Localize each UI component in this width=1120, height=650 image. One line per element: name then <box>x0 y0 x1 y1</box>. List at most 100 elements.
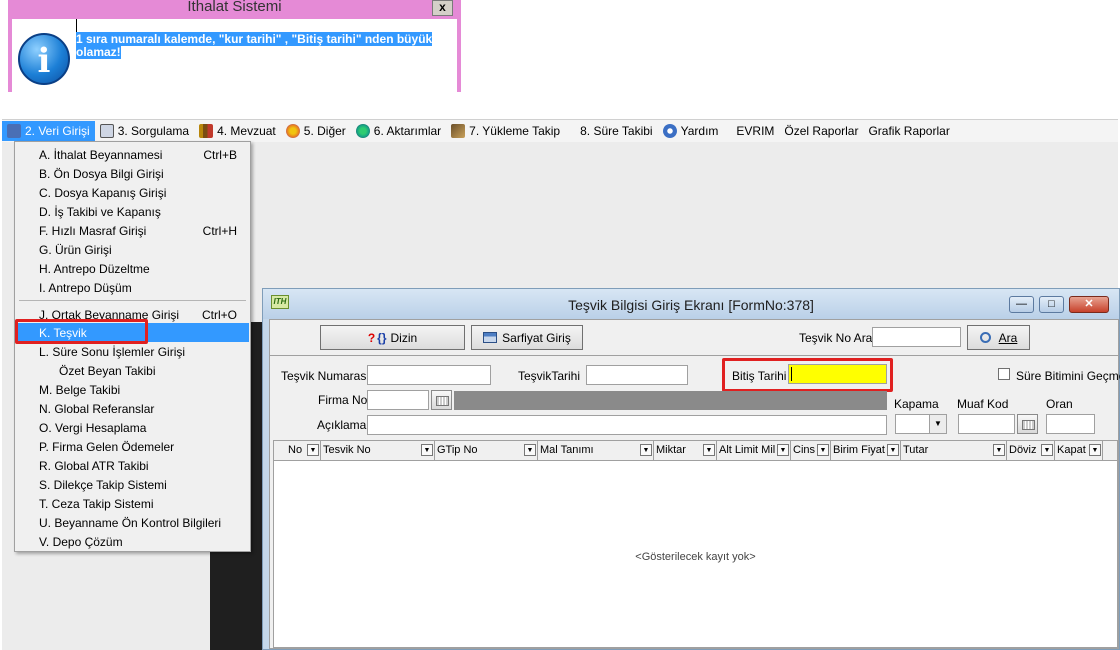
filter-dropdown-icon[interactable]: ▼ <box>993 444 1005 456</box>
misc-icon <box>285 124 300 138</box>
dizin-icon: ? <box>367 330 376 345</box>
menu-item-on-kontrol[interactable]: U. Beyanname Ön Kontrol Bilgileri <box>16 513 249 532</box>
menu-mevzuat[interactable]: 4. Mevzuat <box>194 121 281 141</box>
menu-item-ithalat-beyannamesi[interactable]: A. İthalat Beyannamesi Ctrl+B <box>16 145 249 164</box>
menu-item-belge-takibi[interactable]: M. Belge Takibi <box>16 380 249 399</box>
tesvik-window: ITH Teşvik Bilgisi Giriş Ekranı [FormNo:… <box>262 288 1120 650</box>
menu-ozel-raporlar[interactable]: Özel Raporlar <box>779 121 863 141</box>
truck-icon <box>451 124 466 138</box>
menu-item-antrepo-dusum[interactable]: I. Antrepo Düşüm <box>16 278 249 297</box>
minimize-button[interactable]: — <box>1009 296 1034 313</box>
message-box: İthalat Sistemi x i 1 sıra numaralı kale… <box>8 0 461 92</box>
oran-input[interactable] <box>1046 414 1095 434</box>
divider <box>270 355 1118 356</box>
menu-bar: 2. Veri Girişi 3. Sorgulama 4. Mevzuat 5… <box>2 120 1118 142</box>
ara-button[interactable]: Ara <box>967 325 1030 350</box>
filter-dropdown-icon[interactable]: ▼ <box>887 444 899 456</box>
maximize-button[interactable]: □ <box>1039 296 1064 313</box>
tesvik-grid[interactable]: No ▼ Tesvik No ▼ GTip No ▼ Mal Tanımı ▼ Mikt… <box>273 440 1118 648</box>
column-header-no[interactable]: No ▼ <box>286 441 321 460</box>
dizin-button[interactable]: ?{} Dizin <box>320 325 465 350</box>
menu-item-antrepo-duzeltme[interactable]: H. Antrepo Düzeltme <box>16 259 249 278</box>
column-header-gtip-no[interactable]: GTip No ▼ <box>435 441 538 460</box>
menu-item-on-dosya[interactable]: B. Ön Dosya Bilgi Girişi <box>16 164 249 183</box>
message-box-close-button[interactable]: x <box>432 0 453 16</box>
braces-icon: {} <box>377 330 387 345</box>
aciklama-input[interactable] <box>367 415 887 435</box>
highlight-annotation-bitis <box>722 358 893 392</box>
firma-name-display <box>454 391 887 410</box>
filter-dropdown-icon[interactable]: ▼ <box>777 444 789 456</box>
sure-bitimi-label: Süre Bitimini Geçme <box>1016 369 1120 383</box>
menu-item-ceza-takip[interactable]: T. Ceza Takip Sistemi <box>16 494 249 513</box>
kapama-select[interactable]: ▼ <box>895 414 947 434</box>
column-header-miktar[interactable]: Miktar ▼ <box>654 441 717 460</box>
column-header-cins[interactable]: Cins ▼ <box>791 441 831 460</box>
filter-dropdown-icon[interactable]: ▼ <box>1041 444 1053 456</box>
column-header-tesvik-no[interactable]: Tesvik No ▼ <box>321 441 435 460</box>
muaf-kod-input[interactable] <box>958 414 1015 434</box>
menu-veri-girisi[interactable]: 2. Veri Girişi <box>2 121 95 141</box>
menu-item-firma-gelen-odemeler[interactable]: P. Firma Gelen Ödemeler <box>16 437 249 456</box>
menu-item-ozet-beyan[interactable]: Özet Beyan Takibi <box>16 361 249 380</box>
menu-item-depo-cozum[interactable]: V. Depo Çözüm <box>16 532 249 551</box>
grid-header: No ▼ Tesvik No ▼ GTip No ▼ Mal Tanımı ▼ Mikt… <box>274 441 1117 461</box>
menu-item-dilekce-takip[interactable]: S. Dilekçe Takip Sistemi <box>16 475 249 494</box>
filter-dropdown-icon[interactable]: ▼ <box>817 444 829 456</box>
close-button[interactable]: ✕ <box>1069 296 1109 313</box>
menu-item-global-atr[interactable]: R. Global ATR Takibi <box>16 456 249 475</box>
column-header-doviz[interactable]: Döviz ▼ <box>1007 441 1055 460</box>
menu-diger[interactable]: 5. Diğer <box>281 121 351 141</box>
tesvik-tarihi-input[interactable] <box>586 365 688 385</box>
menu-item-vergi-hesaplama[interactable]: O. Vergi Hesaplama <box>16 418 249 437</box>
info-icon: i <box>18 33 70 85</box>
window-titlebar[interactable]: ITH Teşvik Bilgisi Giriş Ekranı [FormNo:… <box>263 289 1119 319</box>
firma-no-input[interactable] <box>367 390 429 410</box>
menu-item-global-referanslar[interactable]: N. Global Referanslar <box>16 399 249 418</box>
column-header-tutar[interactable]: Tutar ▼ <box>901 441 1007 460</box>
tesvik-numarasi-label: Teşvik Numarası <box>281 369 370 383</box>
tesvik-numarasi-input[interactable] <box>367 365 491 385</box>
sure-bitimi-checkbox[interactable] <box>998 368 1010 380</box>
menu-item-hizli-masraf[interactable]: F. Hızlı Masraf Girişi Ctrl+H <box>16 221 249 240</box>
transfer-icon <box>355 124 370 138</box>
filter-dropdown-icon[interactable]: ▼ <box>524 444 536 456</box>
menu-sorgulama[interactable]: 3. Sorgulama <box>95 121 194 141</box>
menu-yukleme-takip[interactable]: 7. Yükleme Takip <box>446 121 565 141</box>
menu-item-urun-girisi[interactable]: G. Ürün Girişi <box>16 240 249 259</box>
column-header-alt-limit[interactable]: Alt Limit Mil ▼ <box>717 441 791 460</box>
menu-evrim[interactable]: EVRIM <box>731 121 779 141</box>
filter-dropdown-icon[interactable]: ▼ <box>307 444 319 456</box>
menu-aktarimlar[interactable]: 6. Aktarımlar <box>351 121 446 141</box>
filter-dropdown-icon[interactable]: ▼ <box>1089 444 1101 456</box>
menu-item-is-takibi[interactable]: D. İş Takibi ve Kapanış <box>16 202 249 221</box>
column-header-kapat[interactable]: Kapat ▼ <box>1055 441 1103 460</box>
highlight-annotation-tesvik <box>15 319 148 344</box>
menu-item-sure-sonu[interactable]: L. Süre Sonu İşlemler Girişi <box>16 342 249 361</box>
muaf-kod-label: Muaf Kod <box>957 397 1009 411</box>
search-doc-icon <box>99 124 114 138</box>
kapama-label: Kapama <box>894 397 939 411</box>
grid-empty-message: <Gösterilecek kayıt yok> <box>635 551 756 563</box>
tesvik-no-ara-input[interactable] <box>872 327 961 347</box>
firma-no-label: Firma No <box>318 393 368 407</box>
tesvik-no-ara-label: Teşvik No Ara <box>799 331 873 345</box>
menu-sure-takibi[interactable]: 8. Süre Takibi <box>575 121 658 141</box>
menu-grafik-raporlar[interactable]: Grafik Raporlar <box>863 121 954 141</box>
filter-dropdown-icon[interactable]: ▼ <box>640 444 652 456</box>
calendar-icon[interactable] <box>431 390 452 410</box>
sarfiyat-giris-button[interactable]: Sarfiyat Giriş <box>471 325 583 350</box>
menu-item-dosya-kapanis[interactable]: C. Dosya Kapanış Girişi <box>16 183 249 202</box>
magnifier-icon <box>979 332 991 343</box>
filter-dropdown-icon[interactable]: ▼ <box>421 444 433 456</box>
column-header-mal-tanimi[interactable]: Mal Tanımı ▼ <box>538 441 654 460</box>
chevron-down-icon: ▼ <box>929 415 946 433</box>
tesvik-tarihi-label: TeşvikTarihi <box>518 369 581 383</box>
calendar-icon-2[interactable] <box>1017 414 1038 434</box>
menu-yardim[interactable]: Yardım <box>658 121 724 141</box>
text-cursor <box>76 19 77 33</box>
filter-dropdown-icon[interactable]: ▼ <box>703 444 715 456</box>
column-header-birim-fiyat[interactable]: Birim Fiyat ▼ <box>831 441 901 460</box>
oran-label: Oran <box>1046 397 1073 411</box>
edit-icon <box>7 124 21 138</box>
